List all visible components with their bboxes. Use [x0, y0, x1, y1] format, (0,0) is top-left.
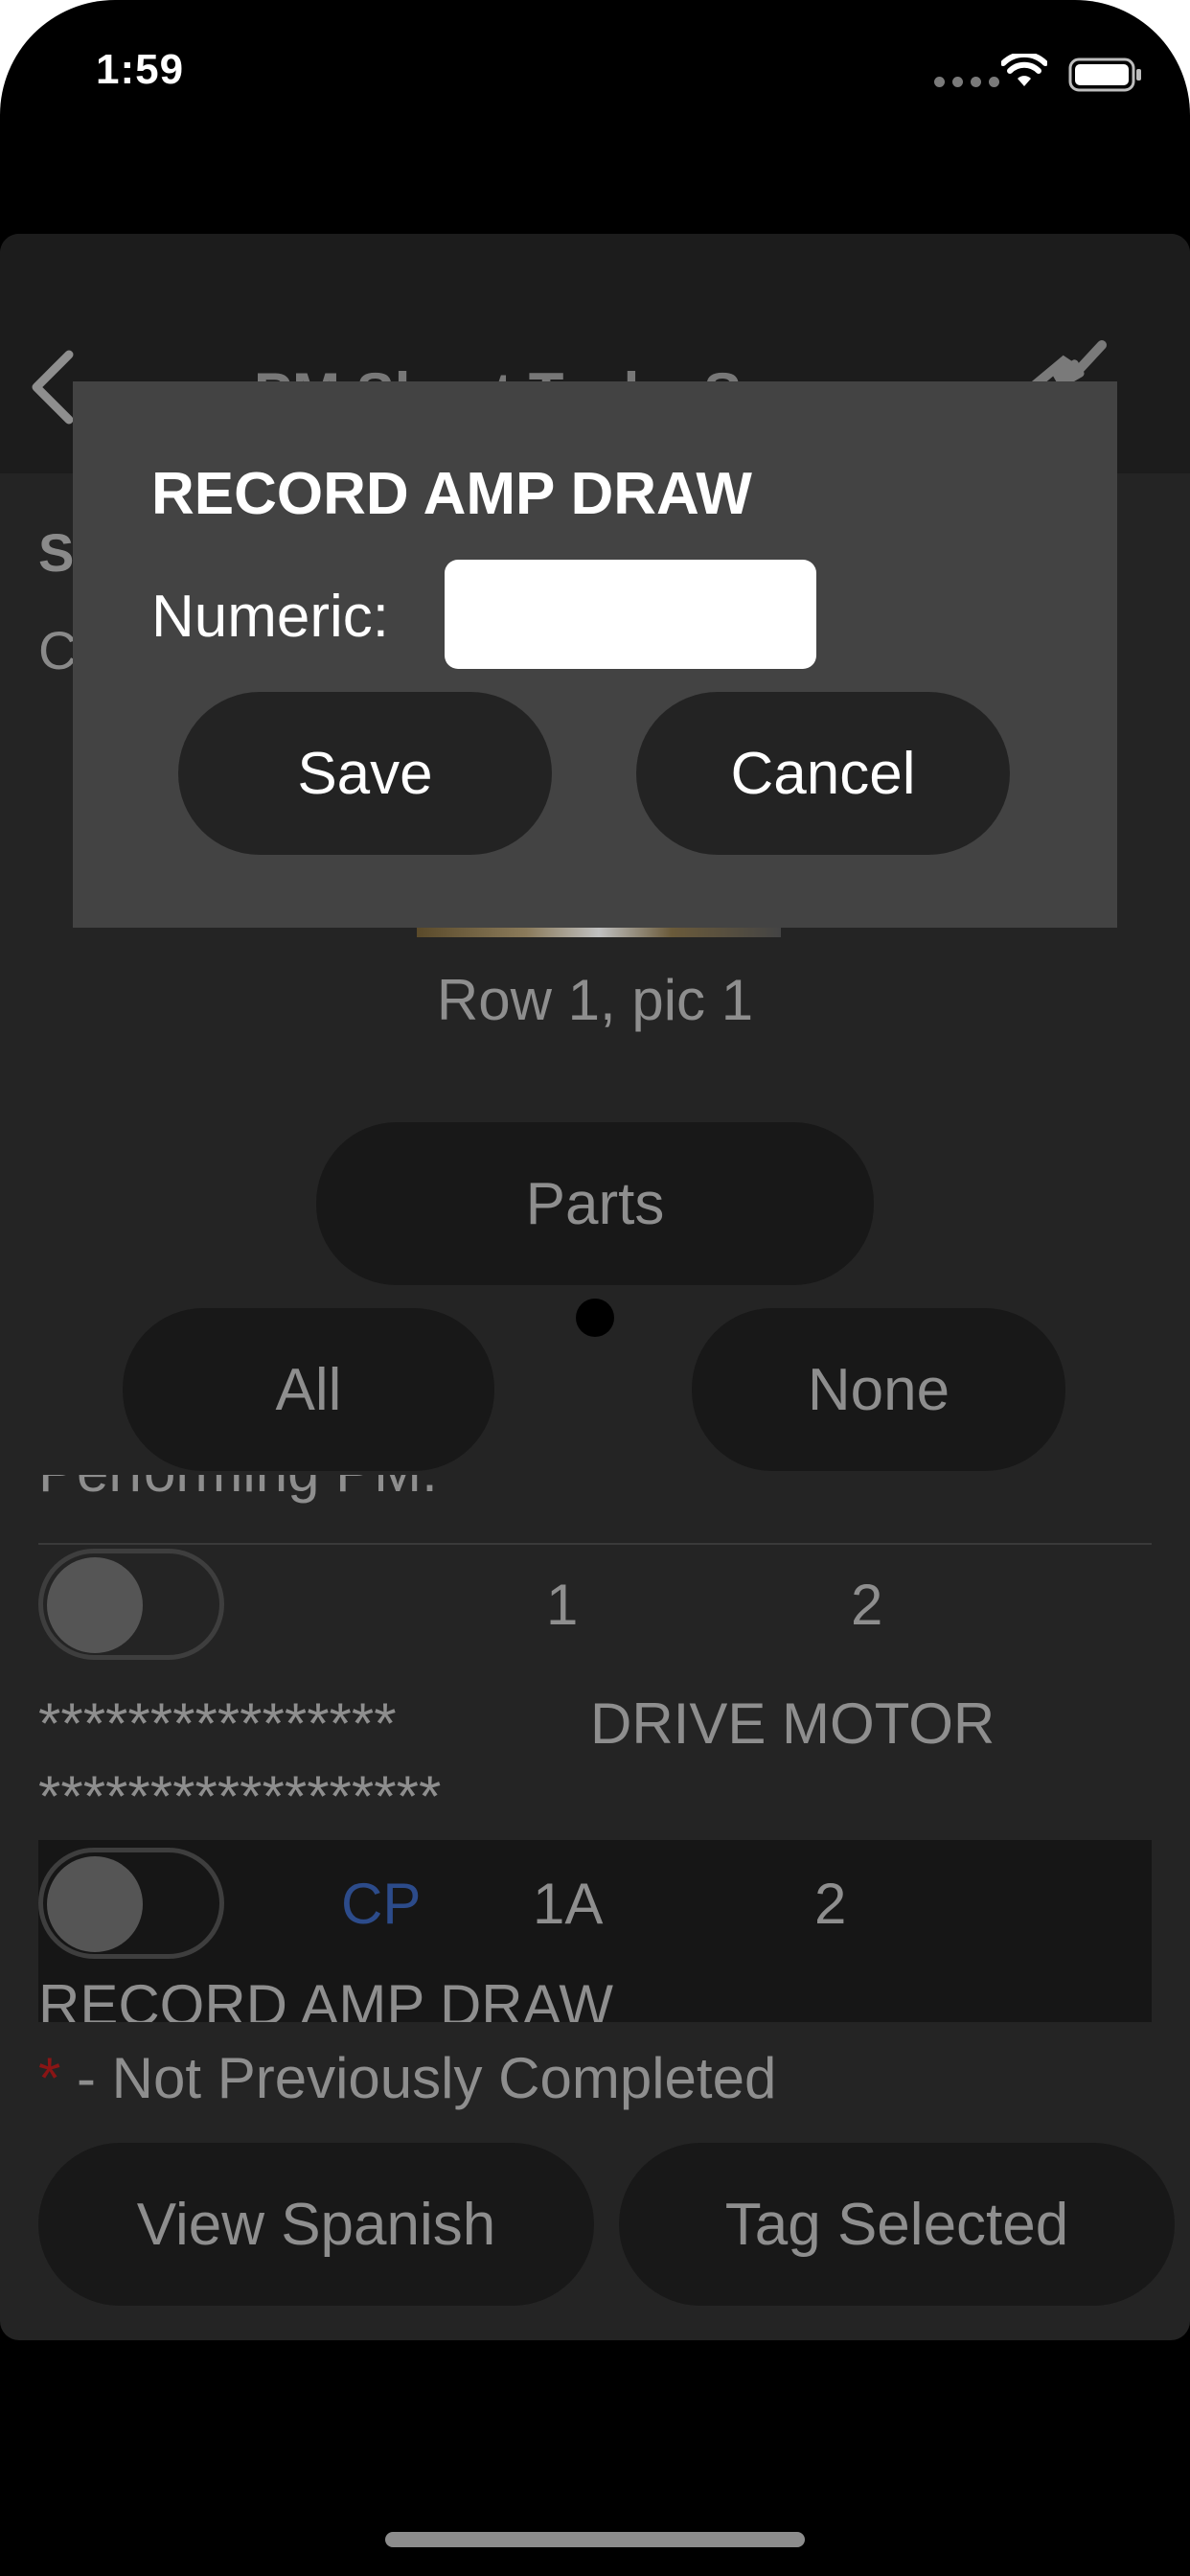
home-indicator[interactable]: [385, 2532, 805, 2547]
row-divider: [38, 1543, 1152, 1545]
task-2-col2: 2: [814, 1872, 847, 1936]
legend-text: - Not Previously Completed: [60, 2046, 777, 2110]
dialog-title: RECORD AMP DRAW: [151, 461, 752, 527]
tag-selected-button[interactable]: Tag Selected: [619, 2143, 1175, 2306]
save-button[interactable]: Save: [178, 692, 552, 855]
task-description-partial: Performing PM.: [38, 1475, 438, 1505]
battery-icon: [1068, 58, 1141, 92]
wifi-icon: [1001, 54, 1047, 86]
task-toggle-2[interactable]: [38, 1848, 224, 1959]
header-peek-text: S: [38, 522, 75, 583]
record-amp-draw-dialog: RECORD AMP DRAW Numeric: Save Cancel: [73, 381, 1117, 928]
select-none-button[interactable]: None: [692, 1308, 1065, 1471]
task-2-col1: 1A: [533, 1872, 604, 1936]
toggle-knob: [47, 1557, 143, 1653]
cancel-button[interactable]: Cancel: [636, 692, 1010, 855]
numeric-label: Numeric:: [151, 584, 390, 650]
toggle-knob: [47, 1856, 143, 1952]
select-all-button[interactable]: All: [123, 1308, 494, 1471]
header-peek-subtext: C: [38, 620, 78, 680]
page-indicator-dot: [576, 1299, 614, 1337]
task-row-highlighted[interactable]: CP 1A 2 RECORD AMP DRAW: [38, 1840, 1152, 2022]
section-stars-bottom: ******************: [38, 1764, 442, 1828]
cp-tag: CP: [341, 1872, 422, 1936]
task-text-clip: Performing PM.: [0, 1475, 1190, 1532]
back-chevron-icon[interactable]: [29, 349, 77, 426]
required-star: *: [38, 2046, 61, 2110]
device-screen: 1:59 PM Sheet Tasks Sync S C Row 1, pic …: [0, 0, 1190, 2576]
section-title: DRIVE MOTOR: [590, 1691, 995, 1756]
section-stars-left: ****************: [38, 1691, 397, 1756]
legend-note: * - Not Previously Completed: [38, 2045, 776, 2111]
status-time: 1:59: [96, 46, 185, 93]
view-spanish-button[interactable]: View Spanish: [38, 2143, 594, 2306]
photo-caption: Row 1, pic 1: [436, 968, 754, 1032]
numeric-input[interactable]: [445, 560, 816, 669]
task-1-col1: 1: [546, 1573, 579, 1637]
cellular-signal-icon: [934, 77, 999, 87]
task-1-col2: 2: [851, 1573, 883, 1637]
task-2-description-partial: RECORD AMP DRAW: [38, 1973, 614, 2022]
parts-button[interactable]: Parts: [316, 1122, 874, 1285]
task-toggle-1[interactable]: [38, 1549, 224, 1660]
